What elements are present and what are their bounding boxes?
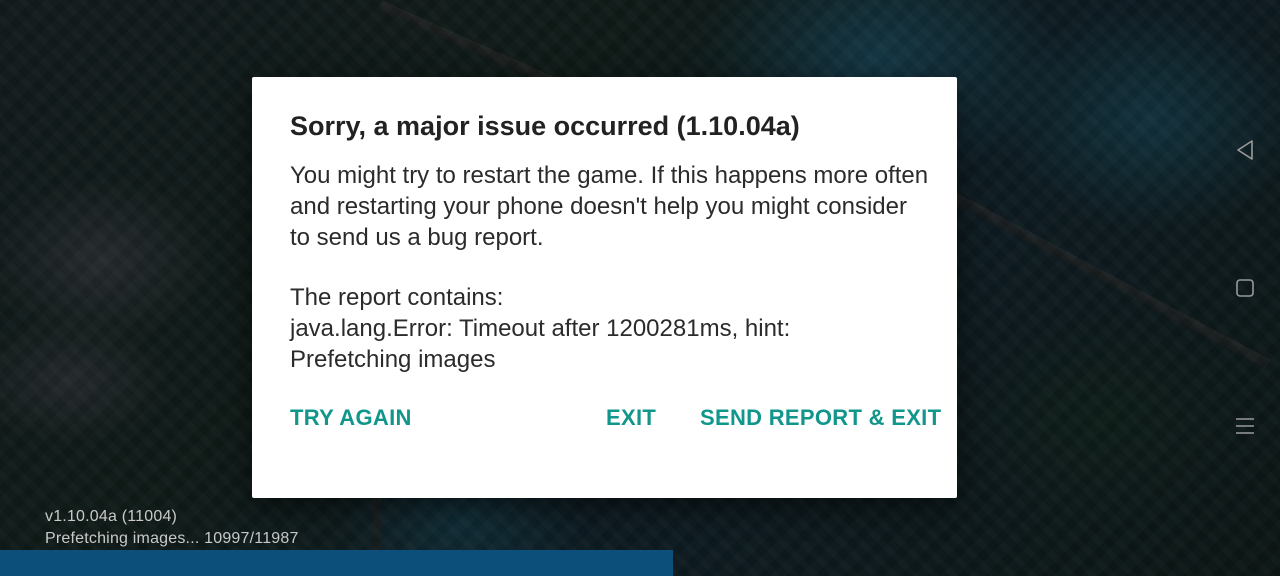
dialog-title: Sorry, a major issue occurred (1.10.04a): [290, 111, 800, 141]
version-info: v1.10.04a (11004) Prefetching images... …: [45, 506, 299, 550]
exit-button[interactable]: EXIT: [606, 405, 656, 431]
send-report-exit-button[interactable]: SEND REPORT & EXIT: [700, 405, 941, 431]
report-hint: Prefetching images: [290, 346, 496, 373]
loading-progress-bar: [0, 550, 1280, 576]
report-details: The report contains: java.lang.Error: Ti…: [290, 282, 930, 375]
report-heading: The report contains:: [290, 284, 504, 311]
dialog-message: You might try to restart the game. If th…: [290, 162, 929, 251]
back-icon: [1237, 140, 1253, 160]
nav-back-button[interactable]: [1228, 133, 1262, 167]
try-again-button[interactable]: TRY AGAIN: [290, 405, 412, 431]
loading-progress-fill: [0, 550, 674, 576]
nav-home-button[interactable]: [1228, 271, 1262, 305]
nav-menu-button[interactable]: [1228, 409, 1262, 443]
error-dialog: Sorry, a major issue occurred (1.10.04a)…: [252, 77, 957, 498]
railway-track: [947, 190, 1271, 369]
version-text: v1.10.04a (11004): [45, 508, 178, 525]
report-error: java.lang.Error: Timeout after 1200281ms…: [290, 315, 791, 342]
game-screen: v1.10.04a (11004) Prefetching images... …: [0, 0, 1280, 576]
menu-icon: [1236, 418, 1254, 434]
home-icon: [1236, 279, 1254, 297]
loading-status-text: Prefetching images... 10997/11987: [45, 530, 299, 547]
